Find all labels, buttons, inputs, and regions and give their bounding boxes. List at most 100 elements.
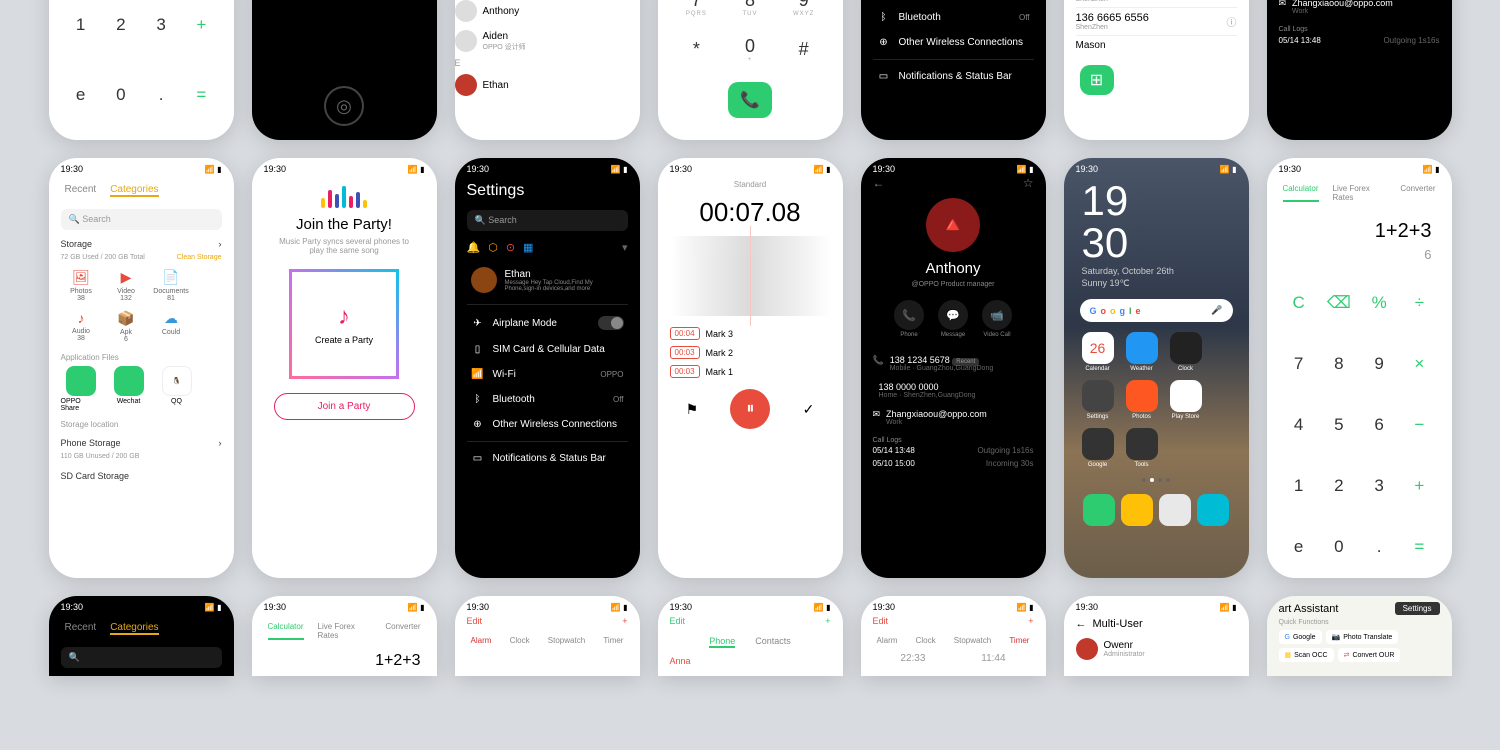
key-mul[interactable]: × bbox=[1399, 333, 1439, 394]
email[interactable]: ✉Zhangxiaoou@oppo.comWork bbox=[1279, 0, 1440, 20]
create-party-button[interactable]: ♪ Create a Party bbox=[289, 269, 399, 379]
video-action[interactable]: 📹 bbox=[982, 300, 1012, 330]
cat-video[interactable]: ▶Video132 bbox=[106, 267, 147, 304]
qf-google[interactable]: GGoogle bbox=[1279, 630, 1322, 644]
mark-item[interactable]: 00:04Mark 3 bbox=[670, 324, 831, 343]
settings-bluetooth[interactable]: ᛒBluetoothOff bbox=[873, 5, 1034, 30]
key-7[interactable]: 7PQRS bbox=[677, 0, 715, 22]
key-1[interactable]: 1 bbox=[1279, 456, 1319, 517]
key-hash[interactable]: # bbox=[785, 30, 823, 68]
key-star[interactable]: * bbox=[677, 30, 715, 68]
tab-categories[interactable]: Categories bbox=[110, 184, 158, 197]
call-button[interactable]: 📞 bbox=[728, 82, 772, 118]
key-dot[interactable]: . bbox=[1359, 517, 1399, 578]
key-add[interactable]: + bbox=[1399, 456, 1439, 517]
key-2[interactable]: 2 bbox=[1319, 456, 1359, 517]
contact-item[interactable]: Ethan bbox=[455, 70, 640, 100]
log-item[interactable]: 138 0000 0000ShenZhenⓘ bbox=[1076, 0, 1237, 8]
app-wechat[interactable]: Wechat bbox=[109, 366, 149, 412]
tab-calc[interactable]: Calculator bbox=[1283, 184, 1319, 202]
tab-convert[interactable]: Converter bbox=[1400, 184, 1435, 202]
key-clear[interactable]: C bbox=[1279, 272, 1319, 333]
app-playstore[interactable]: ▶Play Store bbox=[1168, 380, 1204, 420]
app-photos[interactable]: Photos bbox=[1124, 380, 1160, 420]
key-eq[interactable]: = bbox=[1399, 517, 1439, 578]
app-clock[interactable]: Clock bbox=[1168, 332, 1204, 372]
key-e[interactable]: e bbox=[61, 60, 101, 130]
edit[interactable]: Edit bbox=[670, 616, 686, 626]
dock-1[interactable] bbox=[1081, 494, 1117, 528]
contact-item[interactable]: Anthony bbox=[455, 0, 640, 26]
add[interactable]: + bbox=[622, 616, 627, 626]
key-0[interactable]: 0+ bbox=[731, 30, 769, 68]
dock-3[interactable] bbox=[1157, 494, 1193, 528]
dock-2[interactable] bbox=[1119, 494, 1155, 528]
phone-2[interactable]: 138 0000 0000Home · ShenZhen,GuangDong bbox=[873, 377, 1034, 404]
key-e[interactable]: e bbox=[1279, 517, 1319, 578]
clean-storage[interactable]: Clean Storage bbox=[177, 254, 222, 261]
app-google[interactable]: Google bbox=[1080, 428, 1116, 468]
sim-card[interactable]: ▯SIM Card & Cellular Data bbox=[467, 337, 628, 362]
storage-section[interactable]: Storage› bbox=[61, 234, 222, 254]
app-calendar[interactable]: 26Calendar bbox=[1080, 332, 1116, 372]
airplane-mode[interactable]: ✈Airplane Mode bbox=[467, 309, 628, 337]
key-sub[interactable]: − bbox=[1399, 394, 1439, 455]
key-1[interactable]: 1 bbox=[61, 0, 101, 60]
key-0[interactable]: 0 bbox=[1319, 517, 1359, 578]
search-input[interactable]: 🔍 Search bbox=[61, 209, 222, 230]
key-0[interactable]: 0 bbox=[101, 60, 141, 130]
wifi[interactable]: 📶Wi-FiOPPO bbox=[467, 362, 628, 387]
phone-1[interactable]: 📞138 1234 5678 RecentMobile · GuangZhou,… bbox=[873, 350, 1034, 377]
tab-categories[interactable]: Categories bbox=[110, 622, 158, 635]
search-input[interactable]: 🔍 Search bbox=[467, 210, 628, 231]
dock-4[interactable] bbox=[1195, 494, 1231, 528]
key-6[interactable]: 6 bbox=[1359, 394, 1399, 455]
settings-wireless[interactable]: ⊕Other Wireless Connections bbox=[873, 30, 1034, 55]
tab-recent[interactable]: Recent bbox=[65, 184, 97, 197]
add[interactable]: + bbox=[825, 616, 830, 626]
key-8[interactable]: 8 bbox=[1319, 333, 1359, 394]
cat-audio[interactable]: ♪Audio38 bbox=[61, 308, 102, 345]
pause-button[interactable]: ⏸ bbox=[730, 389, 770, 429]
back-button[interactable]: ← bbox=[873, 176, 885, 190]
add[interactable]: + bbox=[1028, 616, 1033, 626]
search[interactable]: 🔍 bbox=[61, 647, 222, 668]
bluetooth[interactable]: ᛒBluetoothOff bbox=[467, 387, 628, 412]
contact-item[interactable]: AidenOPPO 设计师 bbox=[455, 26, 640, 56]
key-dot[interactable]: . bbox=[141, 60, 181, 130]
tab-recent[interactable]: Recent bbox=[65, 622, 97, 635]
phone-action[interactable]: 📞 bbox=[894, 300, 924, 330]
user-owner[interactable]: OwenrAdministrator bbox=[1076, 634, 1237, 664]
qf-photo[interactable]: 📷Photo Translate bbox=[1326, 630, 1399, 644]
star-button[interactable]: ☆ bbox=[1023, 176, 1034, 190]
email[interactable]: ✉Zhangxiaoou@oppo.comWork bbox=[873, 404, 1034, 431]
notifications[interactable]: ▭Notifications & Status Bar bbox=[467, 446, 628, 471]
key-4[interactable]: 4 bbox=[1279, 394, 1319, 455]
message-action[interactable]: 💬 bbox=[938, 300, 968, 330]
sd-storage[interactable]: SD Card Storage bbox=[61, 466, 222, 486]
settings-btn[interactable]: Settings bbox=[1395, 602, 1440, 615]
cat-photos[interactable]: 🖼Photos38 bbox=[61, 267, 102, 304]
key-plus[interactable]: + bbox=[181, 0, 221, 60]
app-settings[interactable]: Settings bbox=[1080, 380, 1116, 420]
user-account[interactable]: EthanMessage Hey Tap Cloud,Find My Phone… bbox=[467, 260, 628, 300]
done-button[interactable]: ✓ bbox=[803, 401, 815, 418]
cat-cloud[interactable]: ☁Could bbox=[151, 308, 192, 345]
key-3[interactable]: 3 bbox=[1359, 456, 1399, 517]
key-3[interactable]: 3 bbox=[141, 0, 181, 60]
key-9[interactable]: 9 bbox=[1359, 333, 1399, 394]
tab-forex[interactable]: Live Forex Rates bbox=[1333, 184, 1387, 202]
qf-scan[interactable]: ▦Scan OCC bbox=[1279, 648, 1334, 662]
cat-docs[interactable]: 📄Documents81 bbox=[151, 267, 192, 304]
mark-item[interactable]: 00:03Mark 2 bbox=[670, 343, 831, 362]
key-7[interactable]: 7 bbox=[1279, 333, 1319, 394]
key-8[interactable]: 8TUV bbox=[731, 0, 769, 22]
fingerprint-icon[interactable]: ◎ bbox=[324, 86, 364, 126]
cat-apk[interactable]: 📦Apk6 bbox=[106, 308, 147, 345]
wireless[interactable]: ⊕Other Wireless Connections bbox=[467, 412, 628, 437]
key-2[interactable]: 2 bbox=[101, 0, 141, 60]
key-9[interactable]: 9WXYZ bbox=[785, 0, 823, 22]
back[interactable]: ← bbox=[1076, 618, 1087, 630]
key-eq[interactable]: = bbox=[181, 60, 221, 130]
dial-button[interactable]: ⊞ bbox=[1080, 65, 1114, 95]
